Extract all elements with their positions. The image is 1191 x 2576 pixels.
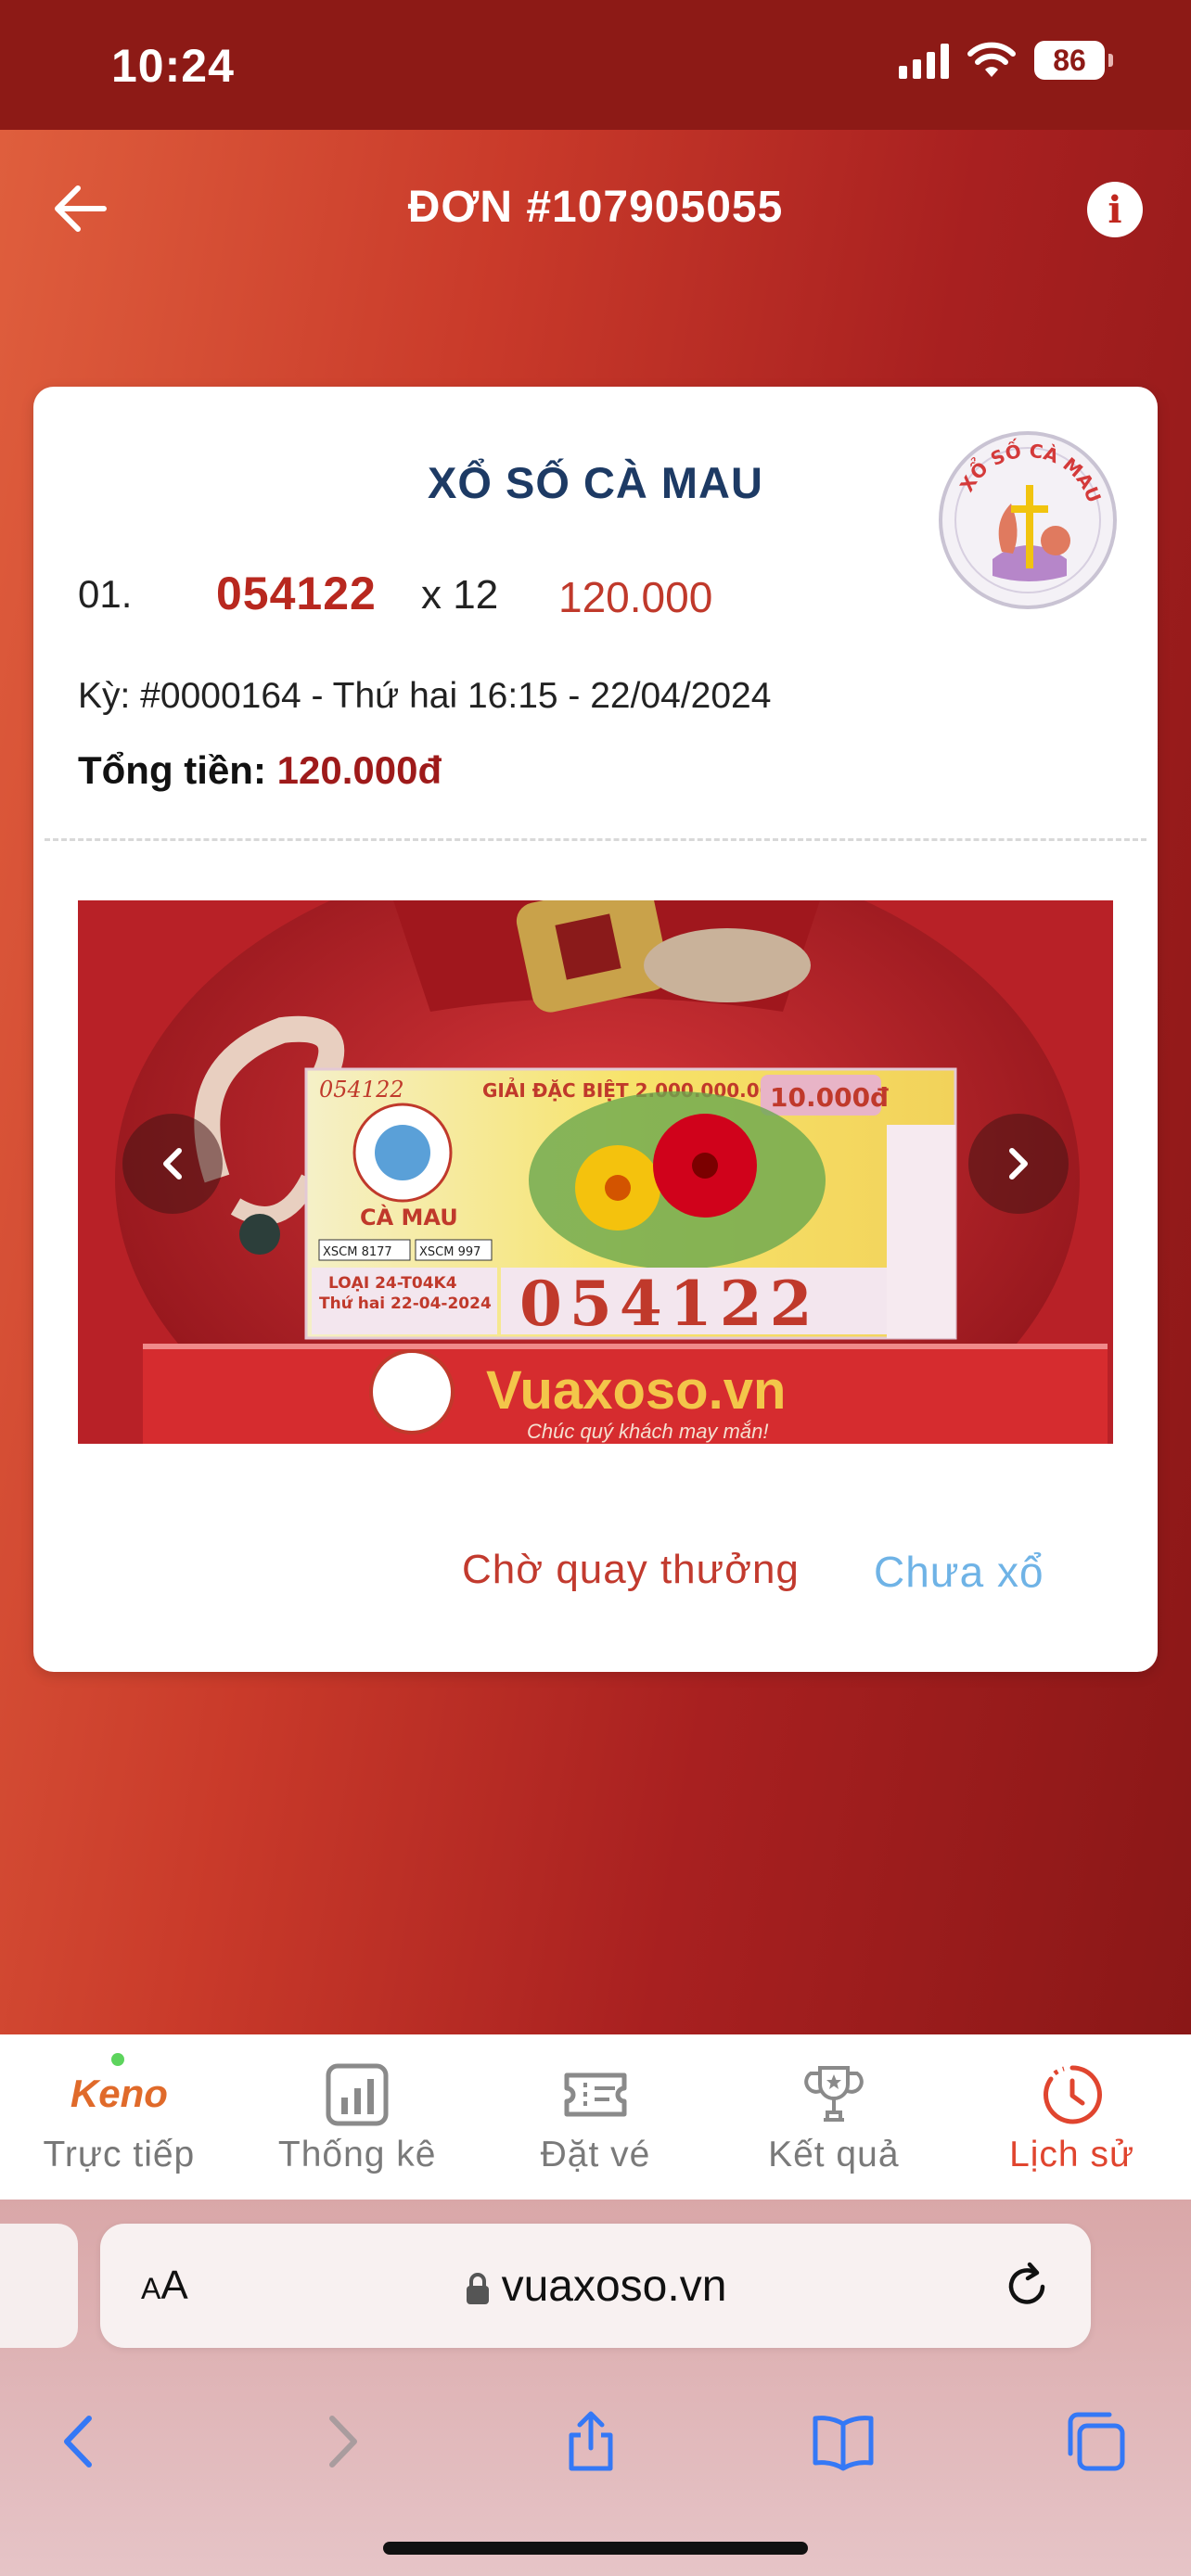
order-card: XỔ SỐ CÀ MAU XỔ SỐ CÀ MAU 01. 054122 x 1… (33, 387, 1158, 1672)
browser-nav-row (0, 2381, 1191, 2493)
lock-icon (466, 2273, 489, 2305)
ticket-code-left: XSCM 8177 (323, 1245, 392, 1259)
tab-thong-ke[interactable]: Thống kê (238, 2034, 477, 2200)
home-indicator (383, 2542, 808, 2555)
battery-level: 86 (1034, 41, 1105, 80)
browser-back-icon[interactable] (48, 2409, 113, 2474)
ticket-row: 01. 054122 x 12 120.000 (78, 563, 913, 628)
keno-logo: Keno (70, 2072, 168, 2115)
tab-label: Thống kê (277, 2135, 437, 2174)
tab-label: Đặt vé (540, 2135, 651, 2174)
reload-icon[interactable] (1000, 2259, 1054, 2313)
ticket-photo: 054122 GIẢI ĐẶC BIỆT 2.000.000.000đ 10.0… (78, 900, 1113, 1444)
status-time: 10:24 (111, 40, 235, 92)
address-bar[interactable]: AA vuaxoso.vn (100, 2224, 1091, 2348)
tab-truc-tiep[interactable]: Keno Trực tiếp (0, 2034, 238, 2200)
url-text: vuaxoso.vn (501, 2262, 727, 2311)
dashed-divider (45, 838, 1146, 841)
ticket-index: 01. (78, 572, 133, 616)
total-value: 120.000đ (276, 748, 442, 792)
ticket-amount: 120.000 (558, 573, 713, 621)
page-title: ĐƠN #107905055 (407, 183, 784, 232)
lottery-logo: XỔ SỐ CÀ MAU (939, 431, 1117, 609)
draw-info: Kỳ: #0000164 - Thứ hai 16:15 - 22/04/202… (78, 676, 772, 716)
ticket-banner: Vuaxoso.vn (486, 1360, 786, 1421)
trophy-icon (803, 2066, 864, 2122)
browser-toolbar: AA vuaxoso.vn (0, 2200, 1191, 2576)
ticket-big-number: 054122 (519, 1268, 820, 1340)
cellular-signal-icon (899, 42, 949, 79)
carousel-prev-button[interactable] (122, 1114, 223, 1214)
carousel-next-button[interactable] (968, 1114, 1069, 1214)
ticket-series: LOẠI 24-T04K4 (328, 1274, 457, 1293)
chevron-left-icon (163, 1148, 182, 1180)
browser-forward-icon[interactable] (308, 2409, 373, 2474)
url-display[interactable]: vuaxoso.vn (100, 2261, 1091, 2312)
bookmarks-icon[interactable] (811, 2409, 876, 2474)
page-header: ĐƠN #107905055 i (0, 130, 1191, 287)
info-icon[interactable]: i (1087, 182, 1143, 237)
total-row: Tổng tiền: 120.000đ (78, 748, 442, 793)
clock-icon (1043, 2065, 1102, 2124)
ticket-quantity: x 12 (421, 572, 499, 618)
status-bar: 10:24 86 (0, 0, 1191, 130)
live-dot-icon (111, 2053, 124, 2066)
status-icons: 86 (899, 41, 1113, 80)
ticket-code-right: XSCM 997 (419, 1245, 480, 1259)
chevron-right-icon (1009, 1148, 1028, 1180)
ticket-date: Thứ hai 22-04-2024 (319, 1294, 492, 1313)
tab-ket-qua[interactable]: Kết quả (714, 2034, 953, 2200)
wifi-icon (967, 42, 1016, 77)
previous-tab-preview[interactable] (0, 2224, 78, 2348)
status-result: Chưa xổ (874, 1548, 1044, 1596)
tabs-icon[interactable] (1063, 2409, 1128, 2474)
total-label: Tổng tiền: (78, 748, 266, 792)
battery-icon: 86 (1034, 41, 1113, 80)
ticket-province: CÀ MAU (360, 1204, 458, 1231)
tab-label: Kết quả (768, 2135, 900, 2174)
ticket-photo-illustration: 054122 GIẢI ĐẶC BIỆT 2.000.000.000đ 10.0… (78, 900, 1113, 1444)
ticket-icon (564, 2072, 627, 2117)
tab-dat-ve[interactable]: Đặt vé (477, 2034, 715, 2200)
tab-label: Trực tiếp (43, 2135, 196, 2174)
status-waiting: Chờ quay thưởng (462, 1547, 800, 1592)
share-icon[interactable] (558, 2409, 623, 2474)
ticket-top-serial: 054122 (319, 1077, 404, 1103)
chart-icon (326, 2063, 389, 2126)
ticket-price: 10.000đ (770, 1082, 889, 1113)
ticket-number: 054122 (216, 567, 377, 619)
ticket-slogan: Chúc quý khách may mắn! (527, 1420, 768, 1443)
tab-label: Lịch sử (1009, 2135, 1135, 2174)
bottom-tab-bar: Keno Trực tiếp Thống kê Đặt vé Kết quả L… (0, 2034, 1191, 2200)
tab-lich-su[interactable]: Lịch sử (953, 2034, 1191, 2200)
